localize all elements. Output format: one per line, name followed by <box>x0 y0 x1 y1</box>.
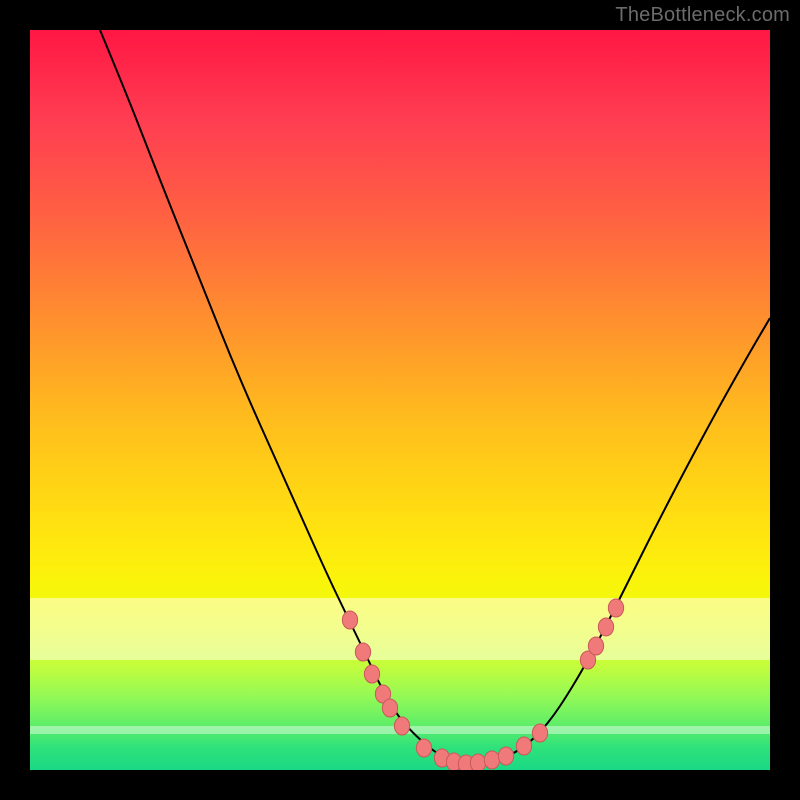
data-point <box>470 754 485 770</box>
data-point <box>532 724 547 742</box>
curve-layer <box>30 30 770 770</box>
data-point <box>516 737 531 755</box>
data-point <box>498 747 513 765</box>
data-point <box>608 599 623 617</box>
data-point <box>355 643 370 661</box>
data-point <box>484 751 499 769</box>
data-point <box>382 699 397 717</box>
data-point <box>588 637 603 655</box>
data-point <box>364 665 379 683</box>
data-point <box>394 717 409 735</box>
data-point <box>598 618 613 636</box>
data-points-group <box>342 599 623 770</box>
plot-area <box>30 30 770 770</box>
watermark-text: TheBottleneck.com <box>615 4 790 27</box>
data-point <box>342 611 357 629</box>
bottleneck-curve <box>100 30 770 764</box>
data-point <box>416 739 431 757</box>
chart-stage: TheBottleneck.com <box>0 0 800 800</box>
